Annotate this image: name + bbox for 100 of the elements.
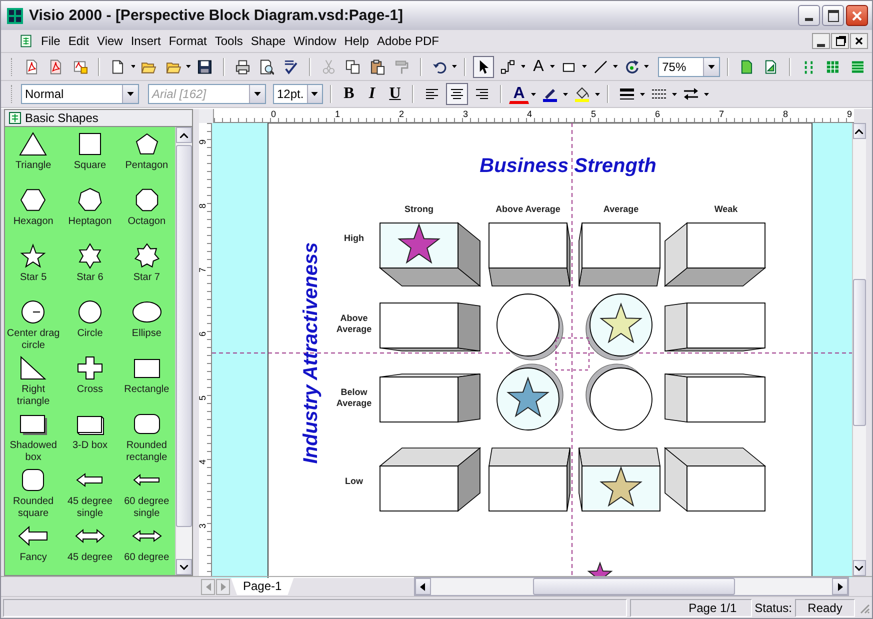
page-tab[interactable]: Page-1 — [231, 578, 294, 595]
shape-label[interactable]: 45 degree — [67, 552, 113, 564]
resize-grip-icon[interactable] — [858, 602, 870, 614]
column-label: Strong — [404, 204, 434, 214]
caret-icon[interactable] — [640, 92, 645, 96]
shape-label[interactable]: Square — [74, 160, 106, 172]
menu-item[interactable]: Format — [164, 32, 211, 50]
shape-label[interactable]: Triangle — [15, 160, 52, 172]
menu-item[interactable]: Adobe PDF — [372, 32, 443, 50]
shape-label[interactable]: 45 degree single — [62, 496, 117, 520]
scroll-up-icon[interactable] — [180, 132, 188, 138]
shape-label[interactable]: Cross — [76, 384, 104, 396]
scroll-left-icon[interactable] — [420, 582, 426, 590]
shape-label[interactable]: Rounded rectangle — [120, 440, 174, 464]
caret-icon[interactable] — [595, 92, 600, 96]
ruler-number: 6 — [655, 109, 660, 119]
text-tool-button[interactable]: A — [528, 56, 548, 78]
minimize-button[interactable] — [812, 33, 830, 49]
shape-label[interactable]: 3-D box — [72, 440, 108, 452]
text-style-button[interactable]: U — [385, 83, 405, 105]
shape-label[interactable]: Ellipse — [132, 328, 162, 340]
shape-label[interactable]: 60 degree single — [120, 496, 174, 520]
row-label: Below Average — [336, 387, 372, 408]
caret-icon[interactable] — [644, 65, 650, 68]
caret-icon[interactable] — [520, 65, 526, 68]
axis-title: Industry Attractiveness — [300, 242, 322, 464]
row-label: High — [344, 233, 364, 243]
scrollbar[interactable] — [414, 577, 849, 596]
minimize-button[interactable] — [798, 5, 820, 26]
menu-item[interactable]: Shape — [246, 32, 290, 50]
restore-button[interactable] — [831, 33, 849, 49]
shape-label[interactable]: Circle — [77, 328, 103, 340]
caret-icon[interactable] — [130, 65, 136, 68]
scroll-down-icon[interactable] — [180, 564, 188, 570]
shape-label[interactable]: Star 5 — [20, 272, 47, 284]
ruler-number: 4 — [199, 460, 208, 464]
caret-icon[interactable] — [704, 92, 709, 96]
maximize-button[interactable] — [822, 5, 844, 26]
app-icon — [7, 8, 23, 24]
shape-label[interactable]: Hexagon — [13, 216, 54, 228]
caret-icon[interactable] — [186, 65, 192, 68]
scroll-right-icon[interactable] — [838, 582, 842, 590]
caret-icon[interactable] — [563, 92, 568, 96]
shape-label[interactable]: Fancy — [20, 552, 47, 564]
shape-label[interactable]: Rounded square — [6, 496, 60, 520]
document-icon[interactable] — [19, 34, 33, 48]
caret-icon[interactable] — [531, 92, 536, 96]
scroll-down-icon[interactable] — [855, 566, 864, 570]
close-icon — [852, 10, 862, 20]
shape-label[interactable]: Heptagon — [68, 216, 112, 228]
scrollbar[interactable] — [175, 127, 192, 575]
ruler-number: 8 — [783, 109, 788, 119]
shape-label[interactable]: Shadowed box — [6, 440, 60, 464]
caret-icon[interactable] — [582, 65, 587, 68]
caret-icon[interactable] — [550, 65, 556, 68]
menu-item[interactable]: Help — [340, 32, 373, 50]
zoom-dropdown[interactable]: 75% — [658, 56, 720, 76]
text-style-button[interactable]: I — [362, 83, 382, 105]
menu-item[interactable]: Window — [290, 32, 340, 50]
text-style-button[interactable]: B — [339, 83, 359, 105]
ruler-number: 5 — [591, 109, 596, 119]
shape-label[interactable]: Octagon — [128, 216, 166, 228]
menu-item[interactable]: Tools — [210, 32, 247, 50]
ruler-number: 9 — [847, 109, 852, 119]
close-button[interactable] — [850, 33, 868, 49]
shape-label[interactable]: Star 6 — [76, 272, 104, 284]
shape-label[interactable]: 60 degree — [124, 552, 170, 564]
menu-item[interactable]: Edit — [64, 32, 94, 50]
menu-item[interactable]: Insert — [126, 32, 165, 50]
style-dropdown[interactable]: Normal — [21, 84, 139, 104]
caret-icon[interactable] — [452, 65, 457, 68]
align-center-icon[interactable] — [446, 83, 468, 105]
shape-label[interactable]: Rectangle — [124, 384, 170, 396]
caret-icon[interactable] — [672, 92, 677, 96]
ruler-number: 7 — [199, 268, 208, 272]
close-button[interactable] — [846, 5, 868, 26]
sphere-shape — [585, 364, 652, 430]
caret-icon[interactable] — [613, 65, 618, 68]
shape-label[interactable]: Pentagon — [125, 160, 168, 172]
menu-item[interactable]: View — [93, 32, 127, 50]
shape-label[interactable]: Center drag circle — [6, 328, 60, 352]
shape-label[interactable]: Star 7 — [133, 272, 160, 284]
column-label: Above Average — [495, 204, 560, 214]
shape-icon[interactable] — [17, 131, 50, 157]
font-color-button[interactable]: A — [509, 84, 529, 104]
ruler-number: 5 — [199, 396, 208, 400]
menu-item[interactable]: File — [37, 32, 64, 50]
shape-icon[interactable] — [17, 523, 50, 549]
left-arrow-icon — [206, 582, 210, 590]
stencil-header[interactable]: Basic Shapes — [4, 109, 193, 127]
column-label: Average — [603, 204, 638, 214]
shape-label[interactable]: Right triangle — [6, 384, 60, 408]
scroll-up-icon[interactable] — [855, 128, 864, 134]
shape-icon[interactable] — [130, 299, 163, 325]
pointer-icon[interactable] — [472, 56, 494, 78]
font-size-dropdown[interactable]: 12pt. — [273, 84, 323, 104]
diagram-title: Business Strength — [479, 155, 656, 177]
scrollbar[interactable] — [852, 123, 866, 576]
window-title: Visio 2000 - [Perspective Block Diagram.vsd:Page-1] — [29, 7, 404, 24]
ruler-number: 6 — [199, 332, 208, 336]
